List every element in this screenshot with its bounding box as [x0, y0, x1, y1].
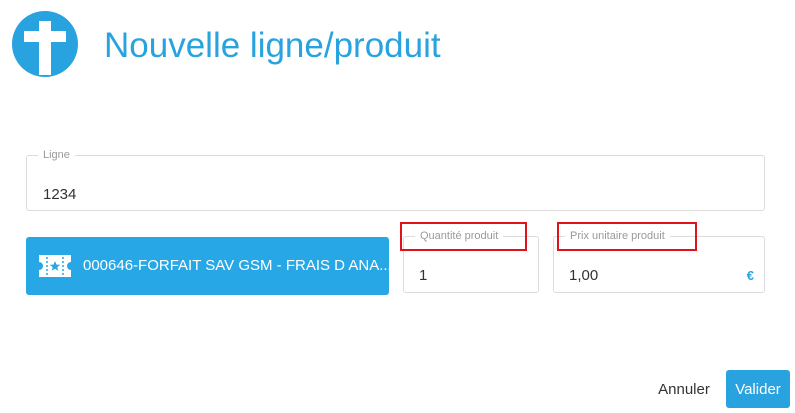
product-select-button[interactable]: 000646-FORFAIT SAV GSM - FRAIS D ANA... — [26, 237, 392, 295]
ticket-star-icon — [39, 255, 71, 277]
product-label: 000646-FORFAIT SAV GSM - FRAIS D ANA... — [83, 257, 392, 274]
currency-symbol: € — [746, 268, 754, 283]
unit-price-field[interactable]: Prix unitaire produit 1,00 € — [553, 231, 765, 293]
page-title: Nouvelle ligne/produit — [104, 26, 441, 65]
t-logo-icon — [12, 11, 78, 77]
unit-price-value[interactable]: 1,00 — [569, 267, 598, 284]
cancel-button[interactable]: Annuler — [652, 370, 716, 408]
quantity-field[interactable]: Quantité produit 1 — [403, 231, 539, 293]
quantity-label: Quantité produit — [420, 230, 499, 242]
ligne-label: Ligne — [43, 149, 70, 161]
ligne-field[interactable]: Ligne 1234 — [26, 150, 765, 211]
ligne-value[interactable]: 1234 — [43, 186, 76, 203]
unit-price-label: Prix unitaire produit — [570, 230, 665, 242]
quantity-value[interactable]: 1 — [419, 267, 427, 284]
submit-button[interactable]: Valider — [726, 370, 790, 408]
